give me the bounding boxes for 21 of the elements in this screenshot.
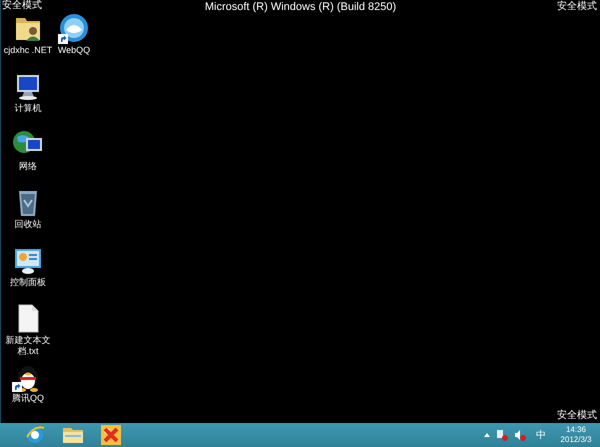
icon-label[interactable]: 控制面板 bbox=[2, 277, 54, 288]
icon-label[interactable]: 腾讯QQ bbox=[2, 393, 54, 404]
icon-label[interactable]: 回收站 bbox=[2, 219, 54, 230]
icon-label[interactable]: 计算机 bbox=[2, 103, 54, 114]
x-app-icon[interactable] bbox=[101, 425, 121, 445]
clock-date: 2012/3/3 bbox=[560, 435, 592, 445]
network-status-icon[interactable] bbox=[496, 429, 508, 441]
speaker-muted-icon[interactable] bbox=[514, 429, 526, 441]
icon-label[interactable]: cjdxhc .NET bbox=[2, 45, 54, 56]
safe-mode-label: 安全模式 bbox=[557, 410, 597, 421]
shortcut-arrow-icon bbox=[58, 34, 68, 44]
icon-label[interactable]: 新建文本文档.txt bbox=[2, 335, 54, 357]
icon-label[interactable]: 网络 bbox=[2, 161, 54, 172]
show-hidden-icons-icon[interactable] bbox=[484, 433, 490, 437]
folder-icon[interactable] bbox=[62, 425, 84, 445]
browser-icon[interactable] bbox=[25, 425, 45, 445]
safe-mode-label: 安全模式 bbox=[557, 1, 597, 12]
shortcut-arrow-icon bbox=[12, 382, 22, 392]
clock-time: 14:36 bbox=[566, 425, 586, 435]
input-method-indicator[interactable]: 中 bbox=[536, 428, 546, 442]
build-title: Microsoft (R) Windows (R) (Build 8250) bbox=[204, 1, 396, 13]
